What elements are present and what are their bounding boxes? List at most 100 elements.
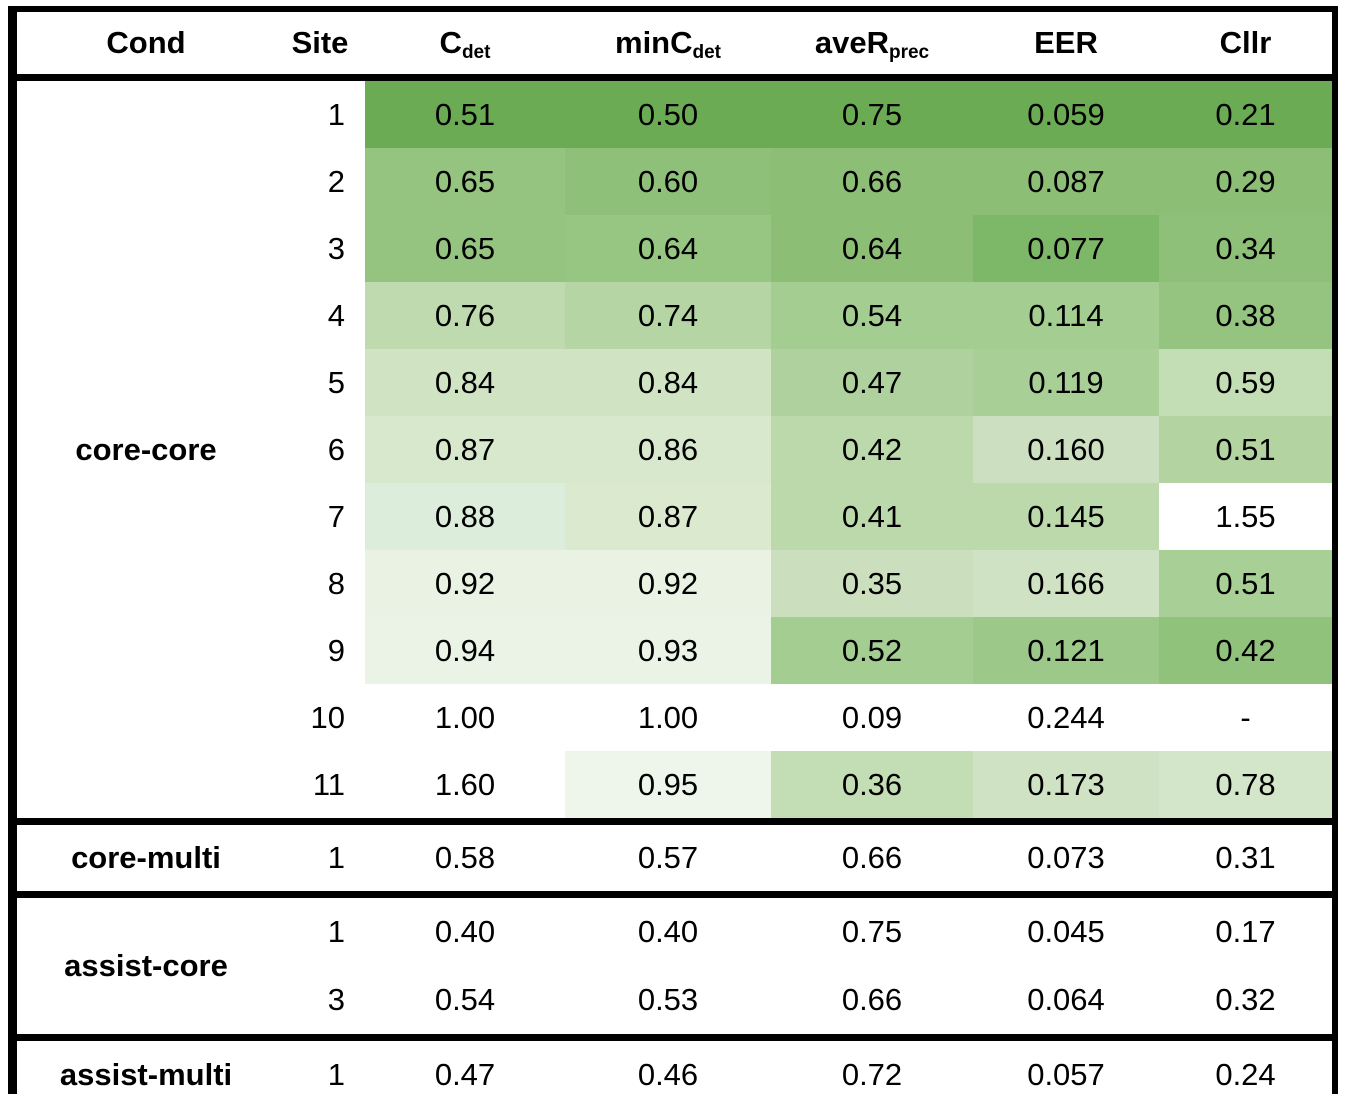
cell-eer: 0.114 (973, 282, 1159, 349)
condition-label-assist-core: assist-core (17, 895, 275, 1038)
site-number: 8 (275, 550, 365, 617)
cell-mincdet: 0.84 (565, 349, 771, 416)
cell-cdet: 0.88 (365, 483, 565, 550)
cell-eer: 0.121 (973, 617, 1159, 684)
cell-cdet: 0.65 (365, 148, 565, 215)
cell-cllr: 0.29 (1159, 148, 1332, 215)
site-number: 7 (275, 483, 365, 550)
cell-eer: 0.166 (973, 550, 1159, 617)
cell-cllr: 0.59 (1159, 349, 1332, 416)
site-number: 1 (275, 895, 365, 967)
cell-cdet: 0.54 (365, 966, 565, 1038)
cell-cdet: 0.84 (365, 349, 565, 416)
cell-mincdet: 0.95 (565, 751, 771, 822)
cell-cdet: 0.47 (365, 1038, 565, 1108)
cell-cdet: 0.65 (365, 215, 565, 282)
table-body: core-core10.510.500.750.0590.2120.650.60… (17, 78, 1332, 1108)
site-number: 3 (275, 966, 365, 1038)
cell-cdet: 0.87 (365, 416, 565, 483)
cell-mincdet: 1.00 (565, 684, 771, 751)
cell-averprec: 0.36 (771, 751, 973, 822)
table-row: assist-core10.400.400.750.0450.17 (17, 895, 1332, 967)
site-number: 11 (275, 751, 365, 822)
cell-cdet: 0.58 (365, 822, 565, 895)
cell-eer: 0.119 (973, 349, 1159, 416)
cell-averprec: 0.72 (771, 1038, 973, 1108)
cell-cllr: 0.31 (1159, 822, 1332, 895)
site-number: 6 (275, 416, 365, 483)
cell-eer: 0.087 (973, 148, 1159, 215)
table-header: Cond Site Cdet minCdet aveRprec EER Cllr (17, 12, 1332, 78)
cell-cllr: 0.17 (1159, 895, 1332, 967)
condition-label-core-multi: core-multi (17, 822, 275, 895)
cell-averprec: 0.75 (771, 78, 973, 149)
cell-cllr: 0.51 (1159, 416, 1332, 483)
cell-cdet: 1.00 (365, 684, 565, 751)
cell-cllr: 0.38 (1159, 282, 1332, 349)
cell-averprec: 0.47 (771, 349, 973, 416)
cell-mincdet: 0.86 (565, 416, 771, 483)
cell-cllr: 0.24 (1159, 1038, 1332, 1108)
cell-eer: 0.145 (973, 483, 1159, 550)
cell-cdet: 0.76 (365, 282, 565, 349)
table-row: assist-multi10.470.460.720.0570.24 (17, 1038, 1332, 1108)
cell-averprec: 0.66 (771, 966, 973, 1038)
cell-cllr: 1.55 (1159, 483, 1332, 550)
cell-cllr: 0.42 (1159, 617, 1332, 684)
site-number: 1 (275, 822, 365, 895)
site-number: 1 (275, 1038, 365, 1108)
site-number: 3 (275, 215, 365, 282)
column-header-site: Site (275, 12, 365, 78)
cell-averprec: 0.09 (771, 684, 973, 751)
results-table: Cond Site Cdet minCdet aveRprec EER Cllr… (17, 12, 1332, 1108)
site-number: 4 (275, 282, 365, 349)
cell-cdet: 0.94 (365, 617, 565, 684)
cell-averprec: 0.64 (771, 215, 973, 282)
cell-averprec: 0.35 (771, 550, 973, 617)
cell-cllr: 0.32 (1159, 966, 1332, 1038)
cell-mincdet: 0.64 (565, 215, 771, 282)
header-row: Cond Site Cdet minCdet aveRprec EER Cllr (17, 12, 1332, 78)
condition-label-assist-multi: assist-multi (17, 1038, 275, 1108)
cell-cllr: 0.78 (1159, 751, 1332, 822)
column-header-cdet: Cdet (365, 12, 565, 78)
cell-mincdet: 0.40 (565, 895, 771, 967)
cell-eer: 0.073 (973, 822, 1159, 895)
cell-cllr: 0.51 (1159, 550, 1332, 617)
cell-averprec: 0.54 (771, 282, 973, 349)
cell-averprec: 0.41 (771, 483, 973, 550)
column-header-cllr: Cllr (1159, 12, 1332, 78)
cell-cllr: 0.34 (1159, 215, 1332, 282)
cell-eer: 0.045 (973, 895, 1159, 967)
cdet-subscript: det (462, 42, 491, 63)
cell-mincdet: 0.92 (565, 550, 771, 617)
table-row: core-multi10.580.570.660.0730.31 (17, 822, 1332, 895)
cell-eer: 0.057 (973, 1038, 1159, 1108)
cell-eer: 0.059 (973, 78, 1159, 149)
cell-eer: 0.077 (973, 215, 1159, 282)
cell-mincdet: 0.46 (565, 1038, 771, 1108)
site-number: 2 (275, 148, 365, 215)
cell-cllr: 0.21 (1159, 78, 1332, 149)
cell-averprec: 0.75 (771, 895, 973, 967)
cell-eer: 0.173 (973, 751, 1159, 822)
column-header-averprec: aveRprec (771, 12, 973, 78)
cell-mincdet: 0.87 (565, 483, 771, 550)
cell-cdet: 0.51 (365, 78, 565, 149)
cell-mincdet: 0.53 (565, 966, 771, 1038)
condition-label-core-core: core-core (17, 78, 275, 822)
cell-averprec: 0.42 (771, 416, 973, 483)
cell-averprec: 0.66 (771, 822, 973, 895)
column-header-mincdet: minCdet (565, 12, 771, 78)
site-number: 10 (275, 684, 365, 751)
cell-mincdet: 0.57 (565, 822, 771, 895)
site-number: 5 (275, 349, 365, 416)
mincdet-subscript: det (693, 42, 722, 63)
results-table-container: Cond Site Cdet minCdet aveRprec EER Cllr… (8, 6, 1338, 1094)
cell-averprec: 0.66 (771, 148, 973, 215)
cell-cdet: 0.92 (365, 550, 565, 617)
cell-cllr: - (1159, 684, 1332, 751)
cell-averprec: 0.52 (771, 617, 973, 684)
cell-eer: 0.160 (973, 416, 1159, 483)
site-number: 1 (275, 78, 365, 149)
